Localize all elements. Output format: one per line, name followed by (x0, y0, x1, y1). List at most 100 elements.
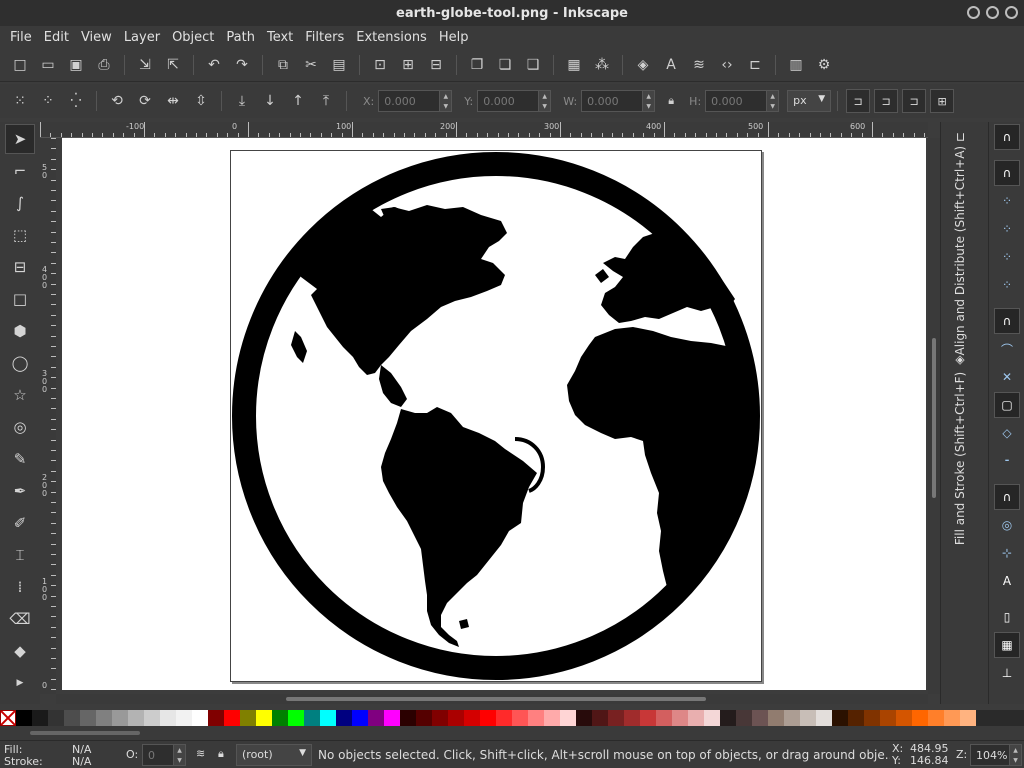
vertical-ruler[interactable]: 5 0 4 0 0 3 0 0 2 0 0 1 0 0 0 (40, 138, 56, 694)
pen-icon[interactable]: ✒ (5, 476, 35, 506)
deselect-icon[interactable]: ⁛ (65, 90, 87, 112)
zoom-selection-icon[interactable]: ⊡ (369, 54, 391, 76)
menu-object[interactable]: Object (166, 30, 220, 45)
snap-bbox-corners-icon[interactable]: ⁘ (994, 216, 1020, 242)
color-swatch[interactable] (240, 710, 256, 726)
tab-align-distribute[interactable]: Align and Distribute (Shift+Ctrl+A) ⊏ (953, 132, 973, 355)
color-swatch[interactable] (128, 710, 144, 726)
color-swatch[interactable] (928, 710, 944, 726)
scroll-thumb[interactable] (286, 697, 706, 701)
color-swatch[interactable] (64, 710, 80, 726)
zoom-page-icon[interactable]: ⊟ (425, 54, 447, 76)
color-swatch[interactable] (720, 710, 736, 726)
move-patterns-icon[interactable]: ⊞ (930, 89, 955, 113)
menu-text[interactable]: Text (261, 30, 299, 45)
menu-filters[interactable]: Filters (299, 30, 350, 45)
color-swatch[interactable] (496, 710, 512, 726)
color-swatch[interactable] (256, 710, 272, 726)
spray-icon[interactable]: ⁞ (5, 572, 35, 602)
layers-toggle-icon[interactable]: ≋ (196, 747, 205, 760)
color-swatch[interactable] (384, 710, 400, 726)
zoom-drawing-icon[interactable]: ⊞ (397, 54, 419, 76)
node-icon[interactable]: ⌐ (5, 156, 35, 186)
lower-icon[interactable]: ↓ (259, 90, 281, 112)
color-swatch[interactable] (480, 710, 496, 726)
fill-stroke-icon[interactable]: ◈ (632, 54, 654, 76)
color-swatch[interactable] (800, 710, 816, 726)
color-swatch[interactable] (464, 710, 480, 726)
horizontal-scrollbar[interactable] (56, 694, 928, 704)
color-swatch[interactable] (400, 710, 416, 726)
snap-rotation-center-icon[interactable]: ⊹ (994, 540, 1020, 566)
snap-cusp-nodes-icon[interactable]: ▢ (994, 392, 1020, 418)
close-button[interactable] (1005, 6, 1018, 19)
color-swatch[interactable] (336, 710, 352, 726)
color-swatch[interactable] (192, 710, 208, 726)
snap-paths-icon[interactable]: ⌒ (994, 336, 1020, 362)
clone-icon[interactable]: ❏ (494, 54, 516, 76)
tab-fill-stroke[interactable]: Fill and Stroke (Shift+Ctrl+F) ◈ (953, 354, 973, 545)
ellipse-icon[interactable]: ◯ (5, 348, 35, 378)
w-input[interactable]: 0.000 (581, 90, 644, 112)
duplicate-icon[interactable]: ❐ (466, 54, 488, 76)
color-swatch[interactable] (576, 710, 592, 726)
h-stepper[interactable]: ▲ ▼ (767, 90, 780, 112)
x-input[interactable]: 0.000 (378, 90, 441, 112)
select-all-layers-icon[interactable]: ⁘ (37, 90, 59, 112)
falklands-shape[interactable] (459, 619, 469, 629)
zoom-input[interactable]: 104% (970, 744, 1010, 766)
horizontal-ruler[interactable]: -100 0 100 200 300 400 500 600 (40, 122, 928, 138)
color-swatch[interactable] (368, 710, 384, 726)
scale-stroke-icon[interactable]: ⊐ (846, 89, 871, 113)
earth-globe-drawing[interactable] (231, 151, 761, 681)
color-swatch[interactable] (832, 710, 848, 726)
color-swatch[interactable] (176, 710, 192, 726)
snap-nodes-icon[interactable]: ∩ (994, 308, 1020, 334)
color-swatch[interactable] (736, 710, 752, 726)
color-swatch[interactable] (864, 710, 880, 726)
snap-centers-icon[interactable]: ◎ (994, 512, 1020, 538)
flip-horizontal-icon[interactable]: ⇹ (162, 90, 184, 112)
color-swatch[interactable] (672, 710, 688, 726)
lock-icon[interactable]: 🔒︎ (218, 747, 224, 761)
calligraphy-icon[interactable]: ✐ (5, 508, 35, 538)
color-swatch[interactable] (960, 710, 976, 726)
lower-bottom-icon[interactable]: ⤓ (231, 90, 253, 112)
snap-midpoints-icon[interactable]: ⁃ (994, 448, 1020, 474)
color-swatch[interactable] (80, 710, 96, 726)
print-icon[interactable]: ⎙ (93, 54, 115, 76)
palette-scrollbar[interactable] (0, 726, 1024, 740)
scroll-thumb[interactable] (30, 731, 140, 735)
canvas[interactable] (56, 138, 928, 694)
snap-guides-icon[interactable]: ⊥ (994, 660, 1020, 686)
color-swatch[interactable] (208, 710, 224, 726)
ungroup-icon[interactable]: ⁂ (591, 54, 613, 76)
xml-editor-icon[interactable]: ‹› (716, 54, 738, 76)
zoom-stepper[interactable]: ▲ ▼ (1010, 744, 1022, 766)
selector-icon[interactable]: ➤ (5, 124, 35, 154)
snap-bbox-centers-icon[interactable]: ⁘ (994, 272, 1020, 298)
snap-bbox-edges-icon[interactable]: ⁘ (994, 188, 1020, 214)
unit-select[interactable]: px ▼ (787, 90, 832, 112)
copy-icon[interactable]: ⧉ (272, 54, 294, 76)
color-swatch[interactable] (448, 710, 464, 726)
layers-icon[interactable]: ≋ (688, 54, 710, 76)
new-document-icon[interactable]: □ (9, 54, 31, 76)
w-stepper[interactable]: ▲ ▼ (643, 90, 656, 112)
menu-extensions[interactable]: Extensions (350, 30, 433, 45)
snap-toggle-icon[interactable]: ∩ (994, 124, 1020, 150)
y-input[interactable]: 0.000 (477, 90, 540, 112)
bucket-icon[interactable]: ◆ (5, 636, 35, 666)
snap-text-baseline-icon[interactable]: A (994, 568, 1020, 594)
text-icon[interactable]: ⌶ (5, 540, 35, 570)
snap-bbox-midpoints-icon[interactable]: ⁘ (994, 244, 1020, 270)
africa-shape[interactable] (567, 327, 759, 587)
color-swatch[interactable] (32, 710, 48, 726)
color-swatch[interactable] (624, 710, 640, 726)
snap-grids-icon[interactable]: ▦ (994, 632, 1020, 658)
color-swatch[interactable] (608, 710, 624, 726)
paste-icon[interactable]: ▤ (328, 54, 350, 76)
color-swatch[interactable] (416, 710, 432, 726)
color-swatch[interactable] (160, 710, 176, 726)
undo-icon[interactable]: ↶ (203, 54, 225, 76)
